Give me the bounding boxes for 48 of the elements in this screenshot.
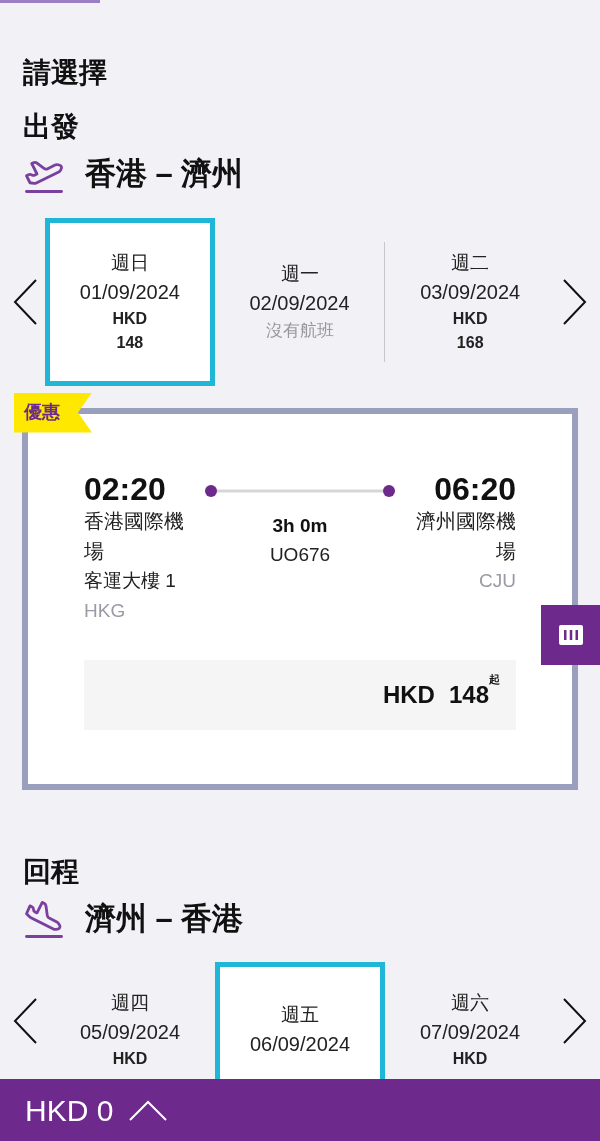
weekday-label: 週六 <box>451 991 489 1015</box>
date-option[interactable]: 週日 01/09/2024 HKD 148 <box>45 217 215 386</box>
date-label: 01/09/2024 <box>79 279 180 305</box>
price-label: 168 <box>456 332 484 353</box>
flight-number: UO676 <box>269 542 331 567</box>
route-title: 濟州 – 香港 <box>85 899 244 938</box>
date-option[interactable]: 週二 03/09/2024 HKD 168 <box>385 217 555 386</box>
terminal-label: 客運大樓 1 <box>84 568 177 593</box>
route-title: 香港 – 濟州 <box>85 155 244 193</box>
side-tab-button[interactable] <box>541 605 600 665</box>
date-label: 05/09/2024 <box>79 1020 181 1045</box>
fare-currency: HKD <box>382 679 435 710</box>
weekday-label: 週四 <box>111 991 149 1015</box>
date-label: 03/09/2024 <box>420 279 521 305</box>
airport-code: CJU <box>479 568 516 593</box>
date-option[interactable]: 週一 02/09/2024 沒有航班 <box>214 217 385 386</box>
currency-label: HKD <box>452 1049 488 1069</box>
price-label: 148 <box>116 332 144 353</box>
offer-badge: 優惠 <box>14 392 92 433</box>
duration-label: 3h 0m <box>272 513 328 538</box>
date-option[interactable]: 週四 05/09/2024 HKD <box>45 962 215 1079</box>
total-price: HKD 0 <box>25 1092 114 1129</box>
date-label: 06/09/2024 <box>249 1032 351 1057</box>
weekday-label: 週一 <box>280 261 319 286</box>
departure-airport: 香港國際機場 <box>84 508 185 564</box>
arrival-airport: 濟州國際機場 <box>415 508 516 564</box>
fare-amount: 148 $^{起}$ <box>448 676 500 710</box>
fare-panel[interactable]: HKD 148 $^{起}$ <box>84 659 516 730</box>
section-heading: 出發 <box>23 110 80 144</box>
weekday-label: 週二 <box>451 250 490 275</box>
airport-code: HKG <box>84 598 127 623</box>
date-label: 07/09/2024 <box>419 1020 521 1045</box>
currency-label: HKD <box>112 1049 148 1069</box>
arrival-time: 06:20 <box>434 471 516 506</box>
currency-label: HKD <box>112 308 148 329</box>
date-option[interactable]: 週六 07/09/2024 HKD <box>385 962 555 1079</box>
page-title: 請選擇 <box>23 56 108 90</box>
caret-up-icon <box>129 1099 168 1121</box>
departure-time: 02:20 <box>84 471 167 506</box>
weekday-label: 週日 <box>110 250 149 275</box>
expand-button[interactable] <box>129 1099 168 1121</box>
date-option[interactable]: 週五 06/09/2024 <box>215 962 385 1079</box>
date-label: 02/09/2024 <box>249 290 350 316</box>
weekday-label: 週五 <box>281 1003 319 1027</box>
currency-label: HKD <box>452 308 488 329</box>
no-flights-label: 沒有航班 <box>265 319 334 342</box>
columns-icon <box>558 625 583 645</box>
section-heading: 回程 <box>23 854 80 889</box>
